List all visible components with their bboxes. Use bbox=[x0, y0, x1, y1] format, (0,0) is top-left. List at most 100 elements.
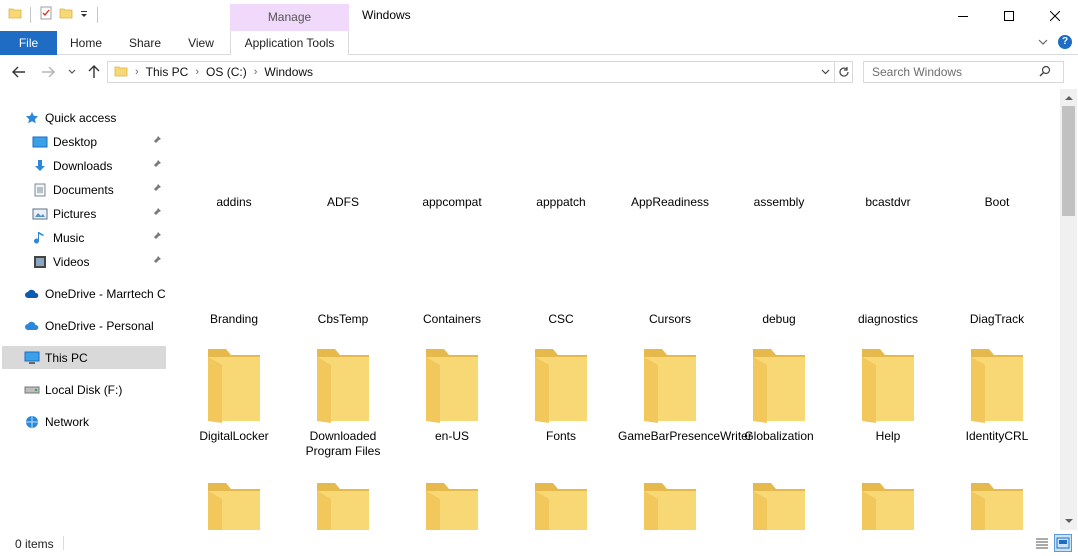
details-view-button[interactable] bbox=[1033, 534, 1051, 552]
folder-item[interactable]: Boot bbox=[945, 195, 1049, 210]
properties-icon[interactable] bbox=[39, 6, 53, 23]
folder-item[interactable]: Globalization bbox=[727, 429, 831, 444]
folder-icon[interactable] bbox=[533, 475, 589, 530]
folder-item[interactable]: Fonts bbox=[509, 429, 613, 444]
tab-file[interactable]: File bbox=[0, 31, 57, 55]
chevron-down-icon bbox=[1064, 519, 1073, 523]
chevron-right-icon[interactable]: › bbox=[254, 66, 258, 78]
nav-videos[interactable]: Videos bbox=[2, 250, 166, 273]
address-bar[interactable]: › This PC › OS (C:) › Windows bbox=[107, 61, 853, 83]
folder-item[interactable]: CbsTemp bbox=[291, 312, 395, 327]
folder-item[interactable]: Containers bbox=[400, 312, 504, 327]
expand-ribbon-icon[interactable] bbox=[1038, 35, 1048, 49]
nav-documents[interactable]: Documents bbox=[2, 178, 166, 201]
status-bar: 0 items bbox=[0, 530, 1078, 556]
recent-locations-button[interactable] bbox=[64, 64, 80, 80]
large-icons-view-button[interactable] bbox=[1054, 534, 1072, 552]
search-icon[interactable] bbox=[1039, 65, 1051, 80]
folder-icon[interactable] bbox=[315, 475, 371, 530]
folder-icon[interactable] bbox=[424, 341, 480, 426]
folder-item[interactable]: apppatch bbox=[509, 195, 613, 210]
folder-icon[interactable] bbox=[860, 341, 916, 426]
folder-item[interactable]: diagnostics bbox=[836, 312, 940, 327]
vertical-scrollbar[interactable] bbox=[1060, 89, 1077, 530]
folder-item[interactable]: IdentityCRL bbox=[945, 429, 1049, 444]
address-dropdown-button[interactable] bbox=[816, 67, 834, 78]
folder-name: Fonts bbox=[545, 429, 576, 443]
scroll-up-button[interactable] bbox=[1060, 89, 1077, 106]
folder-icon[interactable] bbox=[206, 475, 262, 530]
forward-button[interactable] bbox=[40, 64, 56, 80]
maximize-button[interactable] bbox=[986, 0, 1032, 31]
folder-icon[interactable] bbox=[642, 475, 698, 530]
folder-item[interactable]: addins bbox=[182, 195, 286, 210]
nav-this-pc[interactable]: This PC bbox=[2, 346, 166, 369]
folder-icon[interactable] bbox=[533, 341, 589, 426]
folder-name: Help bbox=[875, 429, 901, 443]
nav-quick-access[interactable]: Quick access bbox=[2, 106, 166, 129]
nav-onedrive-business[interactable]: OneDrive - Marrtech C bbox=[2, 282, 166, 305]
folder-item[interactable]: bcastdvr bbox=[836, 195, 940, 210]
close-button[interactable] bbox=[1032, 0, 1078, 31]
tab-share[interactable]: Share bbox=[122, 31, 168, 55]
tab-home[interactable]: Home bbox=[60, 31, 112, 55]
nav-pictures[interactable]: Pictures bbox=[2, 202, 166, 225]
desktop-icon bbox=[32, 134, 48, 150]
nav-local-disk-f[interactable]: Local Disk (F:) bbox=[2, 378, 166, 401]
nav-music[interactable]: Music bbox=[2, 226, 166, 249]
tab-manage[interactable]: Manage bbox=[230, 4, 349, 31]
folder-item[interactable]: debug bbox=[727, 312, 831, 327]
status-divider bbox=[63, 536, 64, 550]
folder-name: appcompat bbox=[422, 195, 482, 209]
folder-icon[interactable] bbox=[8, 6, 22, 23]
folder-item[interactable]: DigitalLocker bbox=[182, 429, 286, 444]
breadcrumb-windows[interactable]: Windows bbox=[264, 65, 313, 79]
nav-downloads[interactable]: Downloads bbox=[2, 154, 166, 177]
nav-network[interactable]: Network bbox=[2, 410, 166, 433]
folder-item[interactable]: appcompat bbox=[400, 195, 504, 210]
folder-icon[interactable] bbox=[860, 475, 916, 530]
tab-view[interactable]: View bbox=[180, 31, 222, 55]
chevron-right-icon[interactable]: › bbox=[135, 66, 139, 78]
folder-item[interactable]: Branding bbox=[182, 312, 286, 327]
folder-item[interactable]: ADFS bbox=[291, 195, 395, 210]
customize-toolbar-icon[interactable] bbox=[79, 8, 89, 22]
folder-item[interactable]: Help bbox=[836, 429, 940, 444]
scrollbar-thumb[interactable] bbox=[1062, 106, 1075, 216]
tab-application-tools[interactable]: Application Tools bbox=[230, 31, 349, 55]
folder-item[interactable]: assembly bbox=[727, 195, 831, 210]
nav-desktop[interactable]: Desktop bbox=[2, 130, 166, 153]
chevron-up-icon bbox=[1064, 96, 1073, 100]
folder-item[interactable]: DiagTrack bbox=[945, 312, 1049, 327]
folder-item[interactable]: AppReadiness bbox=[618, 195, 722, 210]
downloads-icon bbox=[32, 158, 48, 174]
minimize-button[interactable] bbox=[940, 0, 986, 31]
new-folder-icon[interactable] bbox=[59, 6, 73, 23]
search-input[interactable] bbox=[864, 65, 1039, 79]
refresh-button[interactable] bbox=[834, 62, 852, 82]
pin-icon bbox=[152, 254, 162, 268]
breadcrumb-this-pc[interactable]: This PC bbox=[146, 65, 189, 79]
search-box[interactable] bbox=[863, 61, 1064, 83]
folder-icon[interactable] bbox=[751, 475, 807, 530]
folder-icon[interactable] bbox=[751, 341, 807, 426]
folder-item[interactable]: en-US bbox=[400, 429, 504, 444]
folder-item[interactable]: GameBarPresenceWriter bbox=[618, 429, 752, 444]
folder-item[interactable]: Downloaded Program Files bbox=[291, 429, 395, 459]
file-list-view[interactable]: addins ADFS appcompat apppatch AppReadiness a… bbox=[168, 89, 1060, 530]
folder-icon[interactable] bbox=[424, 475, 480, 530]
nav-onedrive-personal[interactable]: OneDrive - Personal bbox=[2, 314, 166, 337]
up-button[interactable] bbox=[86, 64, 102, 80]
scroll-down-button[interactable] bbox=[1060, 513, 1077, 530]
breadcrumb-os-c[interactable]: OS (C:) bbox=[206, 65, 247, 79]
folder-item[interactable]: CSC bbox=[509, 312, 613, 327]
back-button[interactable] bbox=[11, 64, 27, 80]
folder-icon[interactable] bbox=[642, 341, 698, 426]
folder-icon[interactable] bbox=[969, 475, 1025, 530]
folder-icon[interactable] bbox=[969, 341, 1025, 426]
chevron-right-icon[interactable]: › bbox=[195, 66, 199, 78]
folder-icon[interactable] bbox=[315, 341, 371, 426]
folder-item[interactable]: Cursors bbox=[618, 312, 722, 327]
help-button[interactable]: ? bbox=[1058, 35, 1072, 49]
folder-icon[interactable] bbox=[206, 341, 262, 426]
